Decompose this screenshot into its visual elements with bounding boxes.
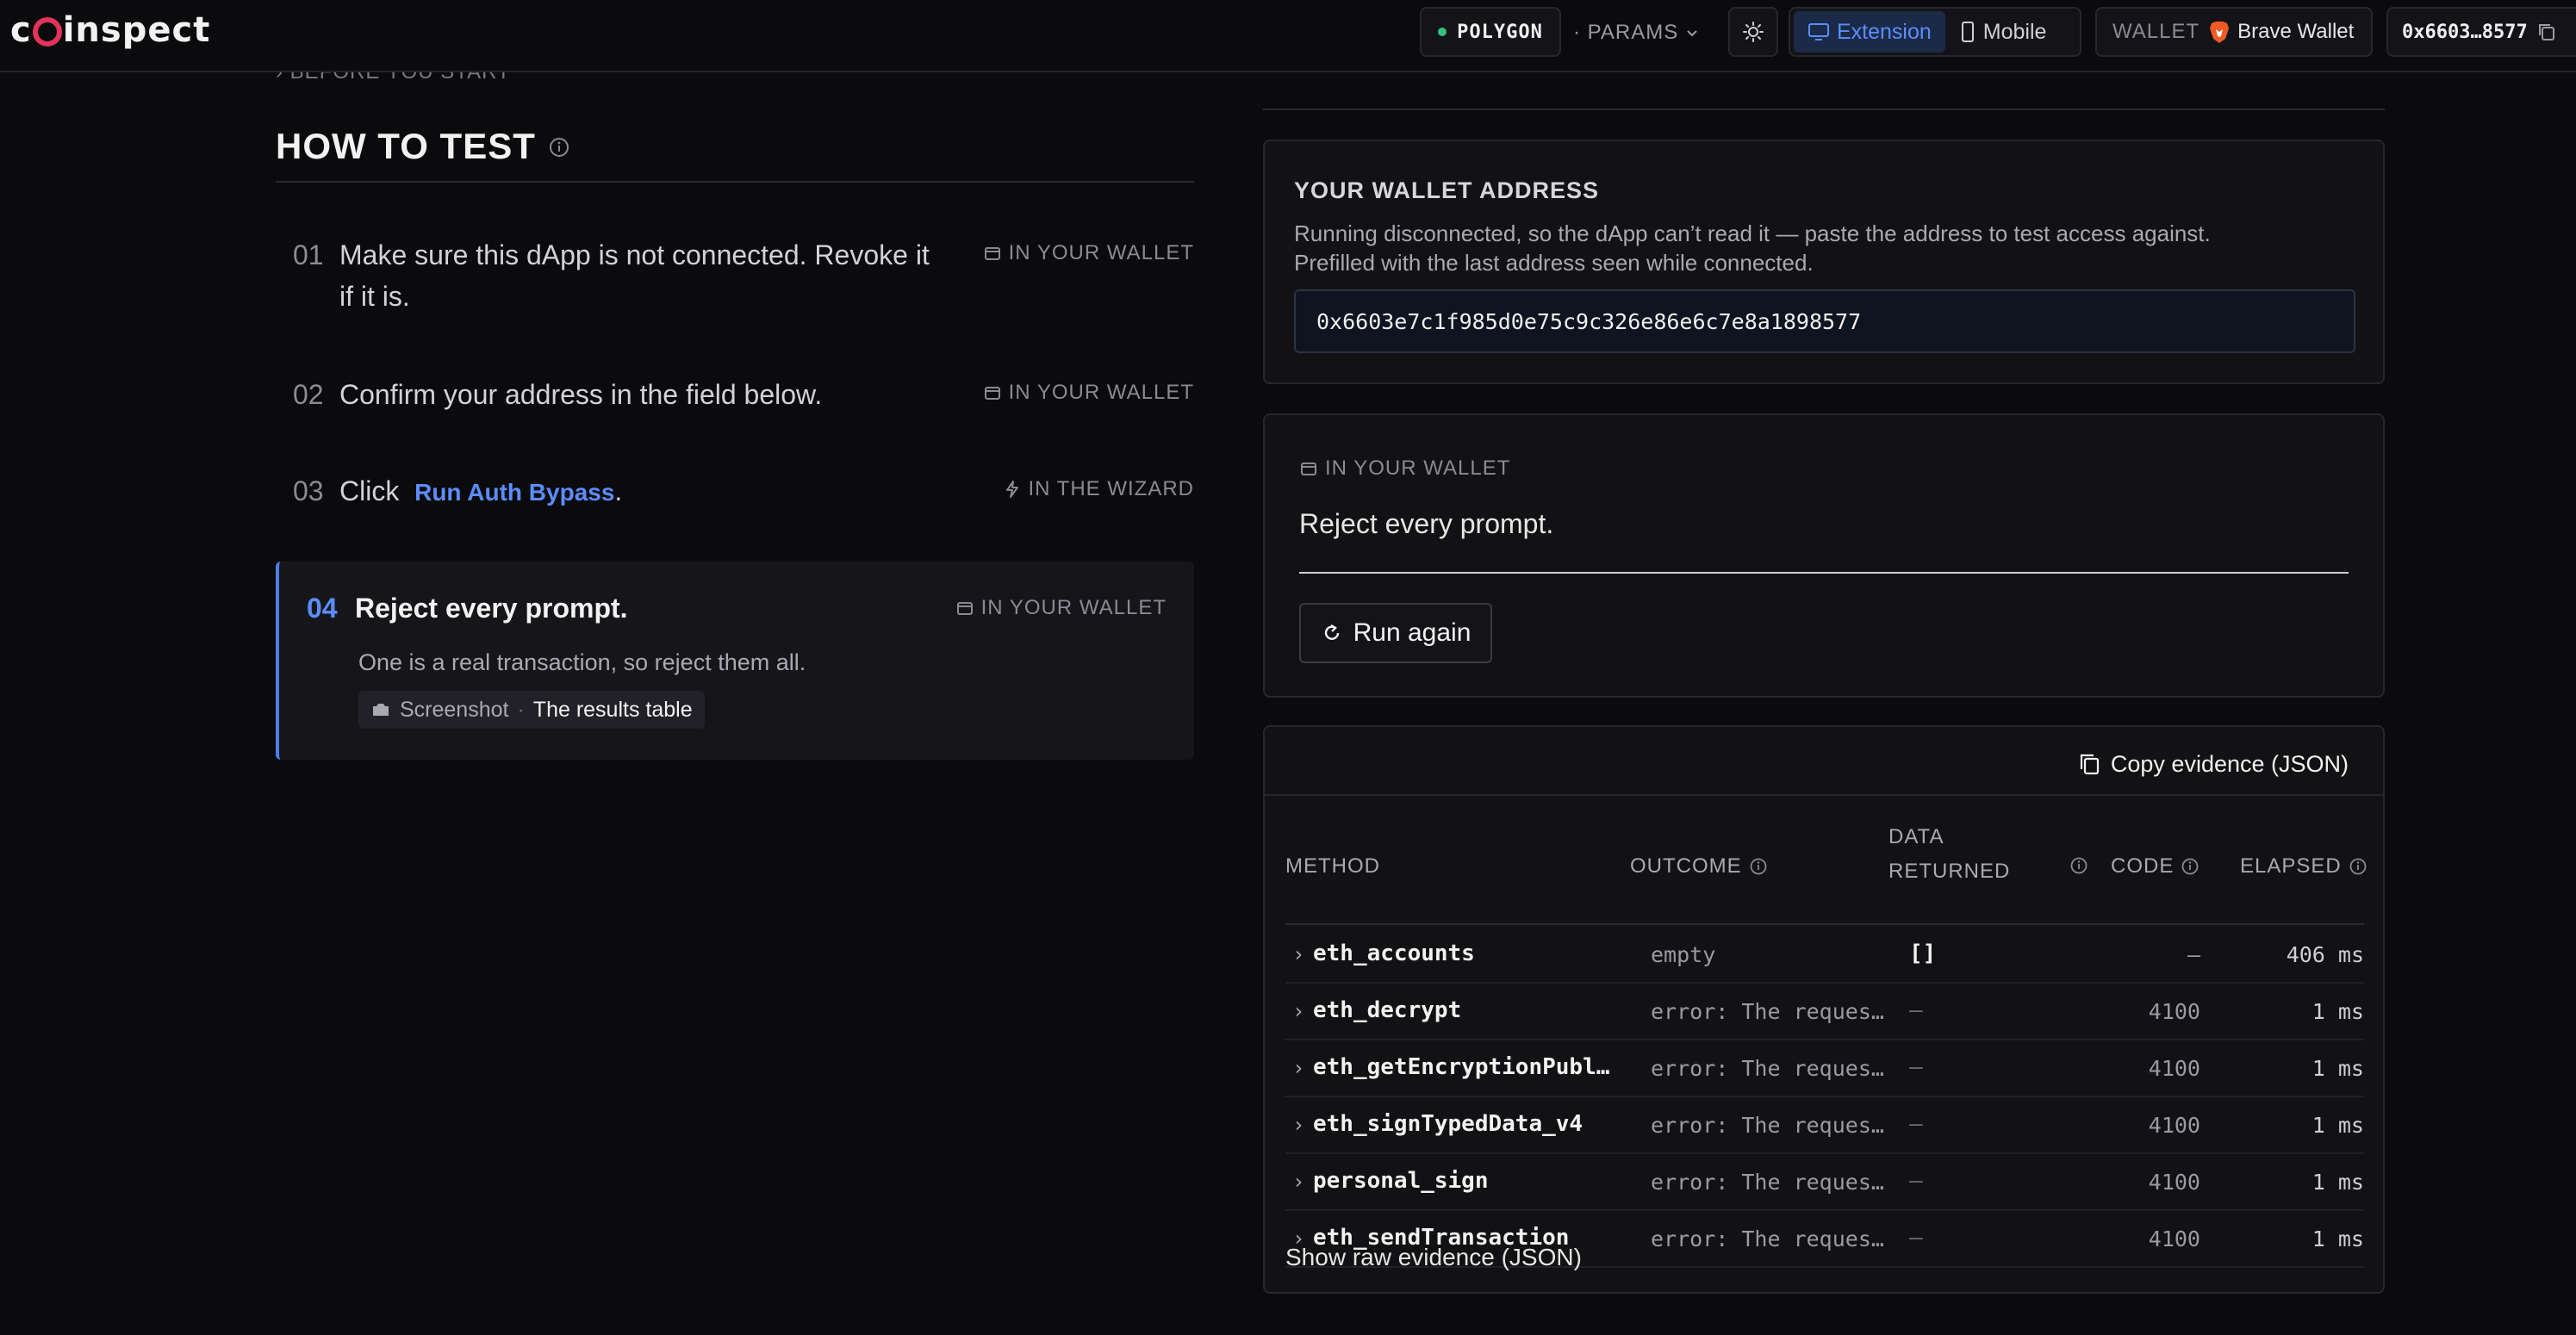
col-code: CODE: [2111, 854, 2200, 879]
copy-evidence-button[interactable]: Copy evidence (JSON): [2076, 744, 2349, 784]
copy-icon: [2080, 754, 2099, 775]
params-label: · PARAMS: [1573, 21, 1679, 44]
chevron-right-icon[interactable]: ›: [1292, 999, 1304, 1023]
wallet-label: WALLET: [2112, 20, 2200, 43]
run-again-button[interactable]: Run again: [1299, 603, 1492, 663]
divider: [1299, 572, 2349, 574]
col-data-returned: DATA RETURNED: [1888, 825, 2011, 883]
step-text: Confirm your address in the field below.: [339, 379, 823, 410]
info-icon[interactable]: [2349, 857, 2368, 876]
network-label: POLYGON: [1457, 21, 1543, 43]
chevron-right-icon[interactable]: ›: [1292, 1170, 1304, 1194]
step-04-active: 04 Reject every prompt. IN YOUR WALLET O…: [276, 562, 1194, 760]
monitor-icon: [1808, 23, 1829, 40]
wallet-selector[interactable]: WALLET Brave Wallet: [2095, 7, 2373, 57]
results-panel: Copy evidence (JSON) METHOD OUTCOME DATA…: [1263, 725, 2385, 1294]
action-text: Reject every prompt.: [1299, 508, 1554, 539]
top-bar: c inspect POLYGON · PARAMS Extension Mobi…: [0, 0, 2576, 72]
phone-icon: [1961, 22, 1974, 42]
refresh-icon: [1324, 624, 1339, 640]
params-dropdown[interactable]: · PARAMS: [1573, 16, 1701, 50]
view-extension-button[interactable]: Extension: [1794, 11, 1945, 53]
brave-lion-icon: [2210, 22, 2230, 43]
panel-heading: YOUR WALLET ADDRESS: [1294, 177, 1600, 203]
view-mobile-label: Mobile: [1982, 19, 2047, 44]
step-number: 04: [307, 593, 338, 624]
info-icon[interactable]: [1749, 857, 1768, 876]
chevron-right-icon[interactable]: ›: [1292, 1113, 1304, 1137]
step-subtext: One is a real transaction, so reject the…: [358, 649, 806, 675]
step-location-tag: IN YOUR WALLET: [983, 381, 1194, 405]
sun-icon: [1743, 22, 1764, 42]
wallet-icon: [956, 602, 973, 615]
step-location-tag: IN YOUR WALLET: [983, 241, 1194, 265]
screenshot-hint: Screenshot · The results table: [358, 691, 705, 729]
network-selector[interactable]: POLYGON: [1420, 7, 1561, 57]
wallet-icon: [984, 387, 1000, 400]
info-icon[interactable]: [2069, 856, 2088, 875]
address-short: 0x6603…8577: [2402, 21, 2528, 43]
step-text: Click Run Auth Bypass.: [339, 475, 623, 506]
step-text: Reject every prompt.: [355, 593, 628, 624]
how-to-test-header: HOW TO TEST: [276, 126, 1194, 183]
step-01: 01 Make sure this dApp is not connected.…: [276, 234, 1194, 329]
network-status-dot: [1438, 28, 1447, 36]
step-number: 01: [293, 239, 324, 270]
copy-icon[interactable]: [2536, 22, 2557, 42]
chevron-right-icon[interactable]: ›: [1292, 1056, 1304, 1080]
lightning-icon: [1006, 481, 1019, 498]
run-auth-bypass-link[interactable]: Run Auth Bypass: [414, 479, 614, 506]
chevron-right-icon[interactable]: ›: [1292, 942, 1304, 966]
divider: [1265, 794, 2383, 796]
view-switcher: Extension Mobile: [1789, 7, 2081, 57]
col-outcome: OUTCOME: [1630, 854, 1768, 879]
step-location-tag: IN THE WIZARD: [1004, 477, 1194, 501]
step-02: 02 Confirm your address in the field bel…: [276, 374, 1194, 425]
wallet-icon: [984, 247, 1000, 260]
table-row[interactable]: › personal_sign error: The reques… — 410…: [1285, 1154, 2364, 1211]
view-extension-label: Extension: [1837, 19, 1932, 44]
table-row[interactable]: › eth_decrypt error: The reques… — 4100 …: [1285, 984, 2364, 1040]
info-icon[interactable]: [2181, 857, 2200, 876]
coinspect-logo[interactable]: c inspect: [10, 10, 210, 50]
col-elapsed: ELAPSED: [2240, 854, 2368, 879]
panel-description: Running disconnected, so the dApp can’t …: [1294, 220, 2211, 276]
view-mobile-button[interactable]: Mobile: [1945, 11, 2061, 53]
step-number: 03: [293, 475, 324, 506]
wallet-icon: [1301, 463, 1316, 475]
step-number: 02: [293, 379, 324, 410]
show-raw-evidence-link[interactable]: Show raw evidence (JSON): [1285, 1244, 1582, 1271]
table-row[interactable]: › eth_accounts empty [] — 406 ms: [1285, 927, 2364, 984]
wallet-name: Brave Wallet: [2237, 20, 2355, 43]
table-row[interactable]: › eth_signTypedData_v4 error: The reques…: [1285, 1097, 2364, 1154]
table-header: METHOD OUTCOME DATA RETURNED CODE ELAPSE…: [1285, 813, 2367, 925]
wallet-address-panel: YOUR WALLET ADDRESS Running disconnected…: [1263, 140, 2385, 384]
step-text: Make sure this dApp is not connected. Re…: [339, 239, 930, 312]
step-location-tag: IN YOUR WALLET: [955, 596, 1167, 620]
theme-toggle-button[interactable]: [1728, 7, 1778, 57]
current-action-panel: IN YOUR WALLET Reject every prompt. Run …: [1263, 413, 2385, 698]
chevron-down-icon: [1687, 30, 1697, 37]
camera-icon: [373, 704, 389, 716]
wallet-address-input[interactable]: 0x6603e7c1f985d0e75c9c326e86e6c7e8a18985…: [1294, 289, 2355, 353]
table-row[interactable]: › eth_getEncryptionPubl… error: The requ…: [1285, 1040, 2364, 1097]
action-location-tag: IN YOUR WALLET: [1299, 456, 1510, 481]
section-title: HOW TO TEST: [276, 126, 536, 166]
connected-address[interactable]: 0x6603…8577: [2386, 7, 2576, 57]
step-03: 03 Click Run Auth Bypass. IN THE WIZARD: [276, 470, 1194, 522]
col-method: METHOD: [1285, 854, 1380, 878]
info-icon[interactable]: [548, 136, 570, 158]
